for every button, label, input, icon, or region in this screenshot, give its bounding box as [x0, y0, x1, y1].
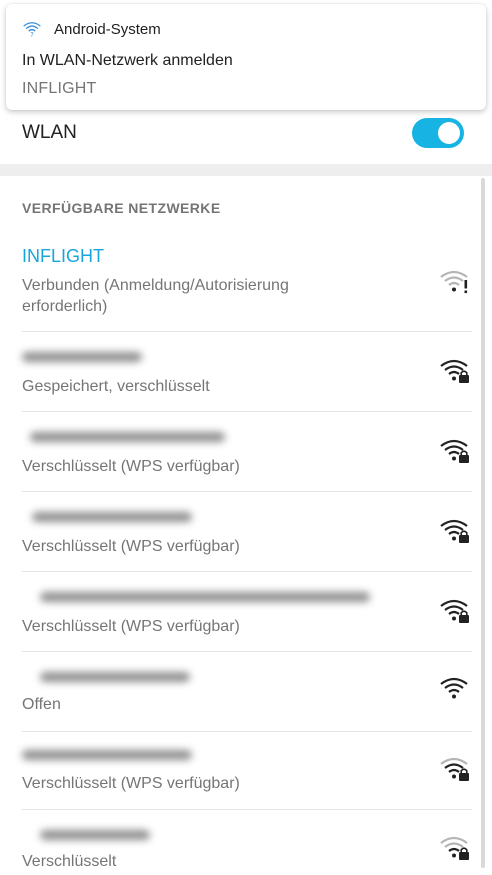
- notification-header: ? Android-System: [22, 18, 161, 40]
- network-item[interactable]: Offen: [0, 652, 492, 732]
- scrollbar[interactable]: [481, 178, 485, 868]
- network-name-redacted: [22, 750, 192, 760]
- network-item[interactable]: Verschlüsselt (WPS verfügbar): [0, 492, 492, 572]
- network-status: Offen: [22, 696, 61, 713]
- network-item[interactable]: Verschlüsselt: [0, 810, 492, 875]
- network-status: Verschlüsselt (WPS verfügbar): [22, 775, 240, 792]
- network-name-redacted: [40, 830, 150, 840]
- wifi-exclamation-icon: [440, 270, 468, 294]
- wifi-lock-icon: [440, 519, 469, 543]
- section-title: VERFÜGBARE NETZWERKE: [22, 200, 221, 216]
- network-item[interactable]: Verschlüsselt (WPS verfügbar): [0, 412, 492, 492]
- network-name-redacted: [40, 592, 370, 602]
- wlan-toggle-row[interactable]: WLAN: [0, 110, 492, 162]
- wifi-lock-icon: [440, 439, 469, 463]
- wlan-toggle[interactable]: [412, 118, 464, 148]
- wifi-lock-icon: [440, 599, 469, 623]
- notification-text: INFLIGHT: [22, 80, 97, 97]
- wifi-lock-icon: [440, 359, 469, 383]
- network-item[interactable]: Gespeichert, verschlüsselt: [0, 332, 492, 412]
- network-name: INFLIGHT: [22, 246, 105, 266]
- network-status: Verschlüsselt: [22, 853, 117, 870]
- network-name-redacted: [30, 432, 225, 442]
- notification-app-name: Android-System: [54, 20, 161, 38]
- network-status: Verschlüsselt (WPS verfügbar): [22, 538, 240, 555]
- notification-card[interactable]: ? Android-System In WLAN-Netzwerk anmeld…: [6, 4, 486, 110]
- wifi-icon: [440, 677, 468, 699]
- svg-text:?: ?: [30, 31, 34, 39]
- network-name-redacted: [40, 672, 190, 682]
- network-status: Verschlüsselt (WPS verfügbar): [22, 458, 240, 475]
- network-name-redacted: [22, 352, 142, 362]
- network-name-redacted: [32, 512, 192, 522]
- network-status: Verbunden (Anmeldung/Autorisierung erfor…: [22, 277, 289, 315]
- section-divider: [0, 164, 492, 176]
- wifi-lock-weak-icon: [440, 757, 469, 781]
- wifi-lock-weak-icon: [440, 836, 469, 860]
- network-item[interactable]: Verschlüsselt (WPS verfügbar): [0, 730, 492, 810]
- wifi-question-icon: ?: [23, 22, 41, 39]
- toggle-knob: [438, 122, 460, 144]
- network-status: Verschlüsselt (WPS verfügbar): [22, 618, 240, 635]
- network-status: Gespeichert, verschlüsselt: [22, 378, 210, 395]
- wlan-label: WLAN: [22, 122, 77, 143]
- network-item[interactable]: Verschlüsselt (WPS verfügbar): [0, 572, 492, 652]
- notification-title: In WLAN-Netzwerk anmelden: [22, 52, 233, 69]
- network-item-inflight[interactable]: INFLIGHT Verbunden (Anmeldung/Autorisier…: [0, 246, 492, 332]
